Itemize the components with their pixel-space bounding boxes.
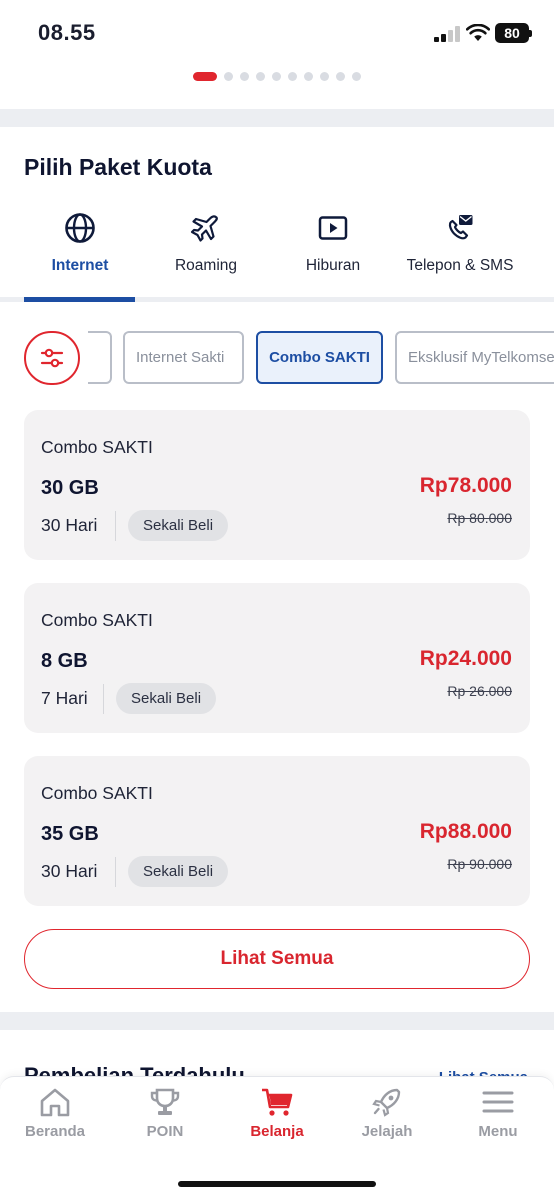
package-card[interactable]: Combo SAKTI 35 GB 30 Hari Sekali Beli Rp…	[24, 756, 530, 906]
pager-dot[interactable]	[320, 72, 329, 81]
package-old-price: Rp 80.000	[447, 510, 512, 526]
section-title: Pilih Paket Kuota	[24, 154, 212, 180]
pager-dot[interactable]	[352, 72, 361, 81]
tab-label: Telepon & SMS	[406, 257, 514, 274]
package-quota: 8 GB	[41, 650, 88, 672]
pager-dot[interactable]	[240, 72, 249, 81]
play-icon	[318, 216, 348, 240]
see-all-button[interactable]: Lihat Semua	[24, 929, 530, 989]
pager-dot[interactable]	[256, 72, 265, 81]
package-card[interactable]: Combo SAKTI 30 GB 30 Hari Sekali Beli Rp…	[24, 410, 530, 560]
nav-label: POIN	[146, 1123, 184, 1140]
cellular-signal-icon	[434, 26, 462, 42]
nav-label: Beranda	[24, 1123, 86, 1140]
airplane-icon	[190, 215, 218, 242]
carousel-pager[interactable]	[0, 72, 554, 81]
wifi-icon	[466, 24, 490, 41]
pager-dot[interactable]	[288, 72, 297, 81]
active-tab-indicator	[24, 297, 135, 302]
pager-dot[interactable]	[193, 72, 217, 81]
nav-menu[interactable]: Menu	[443, 1077, 553, 1157]
sliders-icon	[40, 348, 64, 368]
package-card[interactable]: Combo SAKTI 8 GB 7 Hari Sekali Beli Rp24…	[24, 583, 530, 733]
pager-dot[interactable]	[336, 72, 345, 81]
tab-label: Internet	[51, 257, 109, 274]
tab-internet[interactable]: Internet	[17, 205, 143, 305]
package-price: Rp88.000	[419, 820, 512, 843]
purchase-type-badge: Sekali Beli	[128, 510, 229, 541]
home-indicator	[178, 1181, 376, 1187]
tab-label: Roaming	[174, 257, 238, 274]
nav-beranda[interactable]: Beranda	[0, 1077, 110, 1157]
tab-roaming[interactable]: Roaming	[143, 205, 269, 305]
status-bar: 08.55 80	[0, 0, 554, 66]
filter-chip-internet-sakti[interactable]: Internet Sakti	[123, 331, 244, 384]
nav-jelajah[interactable]: Jelajah	[332, 1077, 442, 1157]
nav-belanja[interactable]: Belanja	[222, 1077, 332, 1157]
category-tabs: Internet Roaming Hiburan Telepon & SMS	[0, 205, 554, 305]
pager-dot[interactable]	[224, 72, 233, 81]
nav-label: Belanja	[250, 1123, 304, 1140]
package-quota: 35 GB	[41, 823, 99, 845]
section-separator	[0, 109, 554, 127]
filter-chip-combo-sakti[interactable]: Combo SAKTI	[256, 331, 383, 384]
pager-dot[interactable]	[272, 72, 281, 81]
phone-message-icon	[448, 215, 473, 240]
nav-label: Jelajah	[361, 1123, 413, 1140]
package-quota: 30 GB	[41, 477, 99, 499]
divider	[115, 857, 116, 887]
cart-icon	[262, 1088, 293, 1116]
menu-icon	[482, 1091, 514, 1113]
globe-icon	[65, 213, 95, 243]
home-icon	[40, 1088, 70, 1117]
divider	[103, 684, 104, 714]
nav-label: Menu	[478, 1123, 518, 1140]
filter-chip-eksklusif[interactable]: Eksklusif MyTelkomsel	[395, 331, 554, 384]
nav-poin[interactable]: POIN	[110, 1077, 220, 1157]
filter-button[interactable]	[24, 331, 80, 385]
tab-hiburan[interactable]: Hiburan	[270, 205, 396, 305]
tab-label: Hiburan	[305, 257, 361, 274]
trophy-icon	[150, 1088, 180, 1115]
tab-telepon-sms[interactable]: Telepon & SMS	[396, 205, 524, 305]
package-old-price: Rp 90.000	[447, 856, 512, 872]
pager-dot[interactable]	[304, 72, 313, 81]
filter-chip-partial[interactable]	[88, 331, 112, 384]
rocket-icon	[372, 1088, 401, 1117]
package-duration: 30 Hari	[41, 515, 98, 535]
package-duration: 30 Hari	[41, 861, 98, 881]
status-time: 08.55	[38, 20, 96, 45]
purchase-type-badge: Sekali Beli	[116, 683, 217, 714]
package-name: Combo SAKTI	[41, 437, 153, 457]
package-price: Rp78.000	[419, 474, 512, 497]
package-name: Combo SAKTI	[41, 610, 153, 630]
package-name: Combo SAKTI	[41, 783, 153, 803]
purchase-type-badge: Sekali Beli	[128, 856, 229, 887]
divider	[115, 511, 116, 541]
package-duration: 7 Hari	[41, 688, 88, 708]
package-old-price: Rp 26.000	[447, 683, 512, 699]
battery-indicator: 80	[495, 23, 532, 43]
package-price: Rp24.000	[419, 647, 512, 670]
section-separator	[0, 1012, 554, 1030]
